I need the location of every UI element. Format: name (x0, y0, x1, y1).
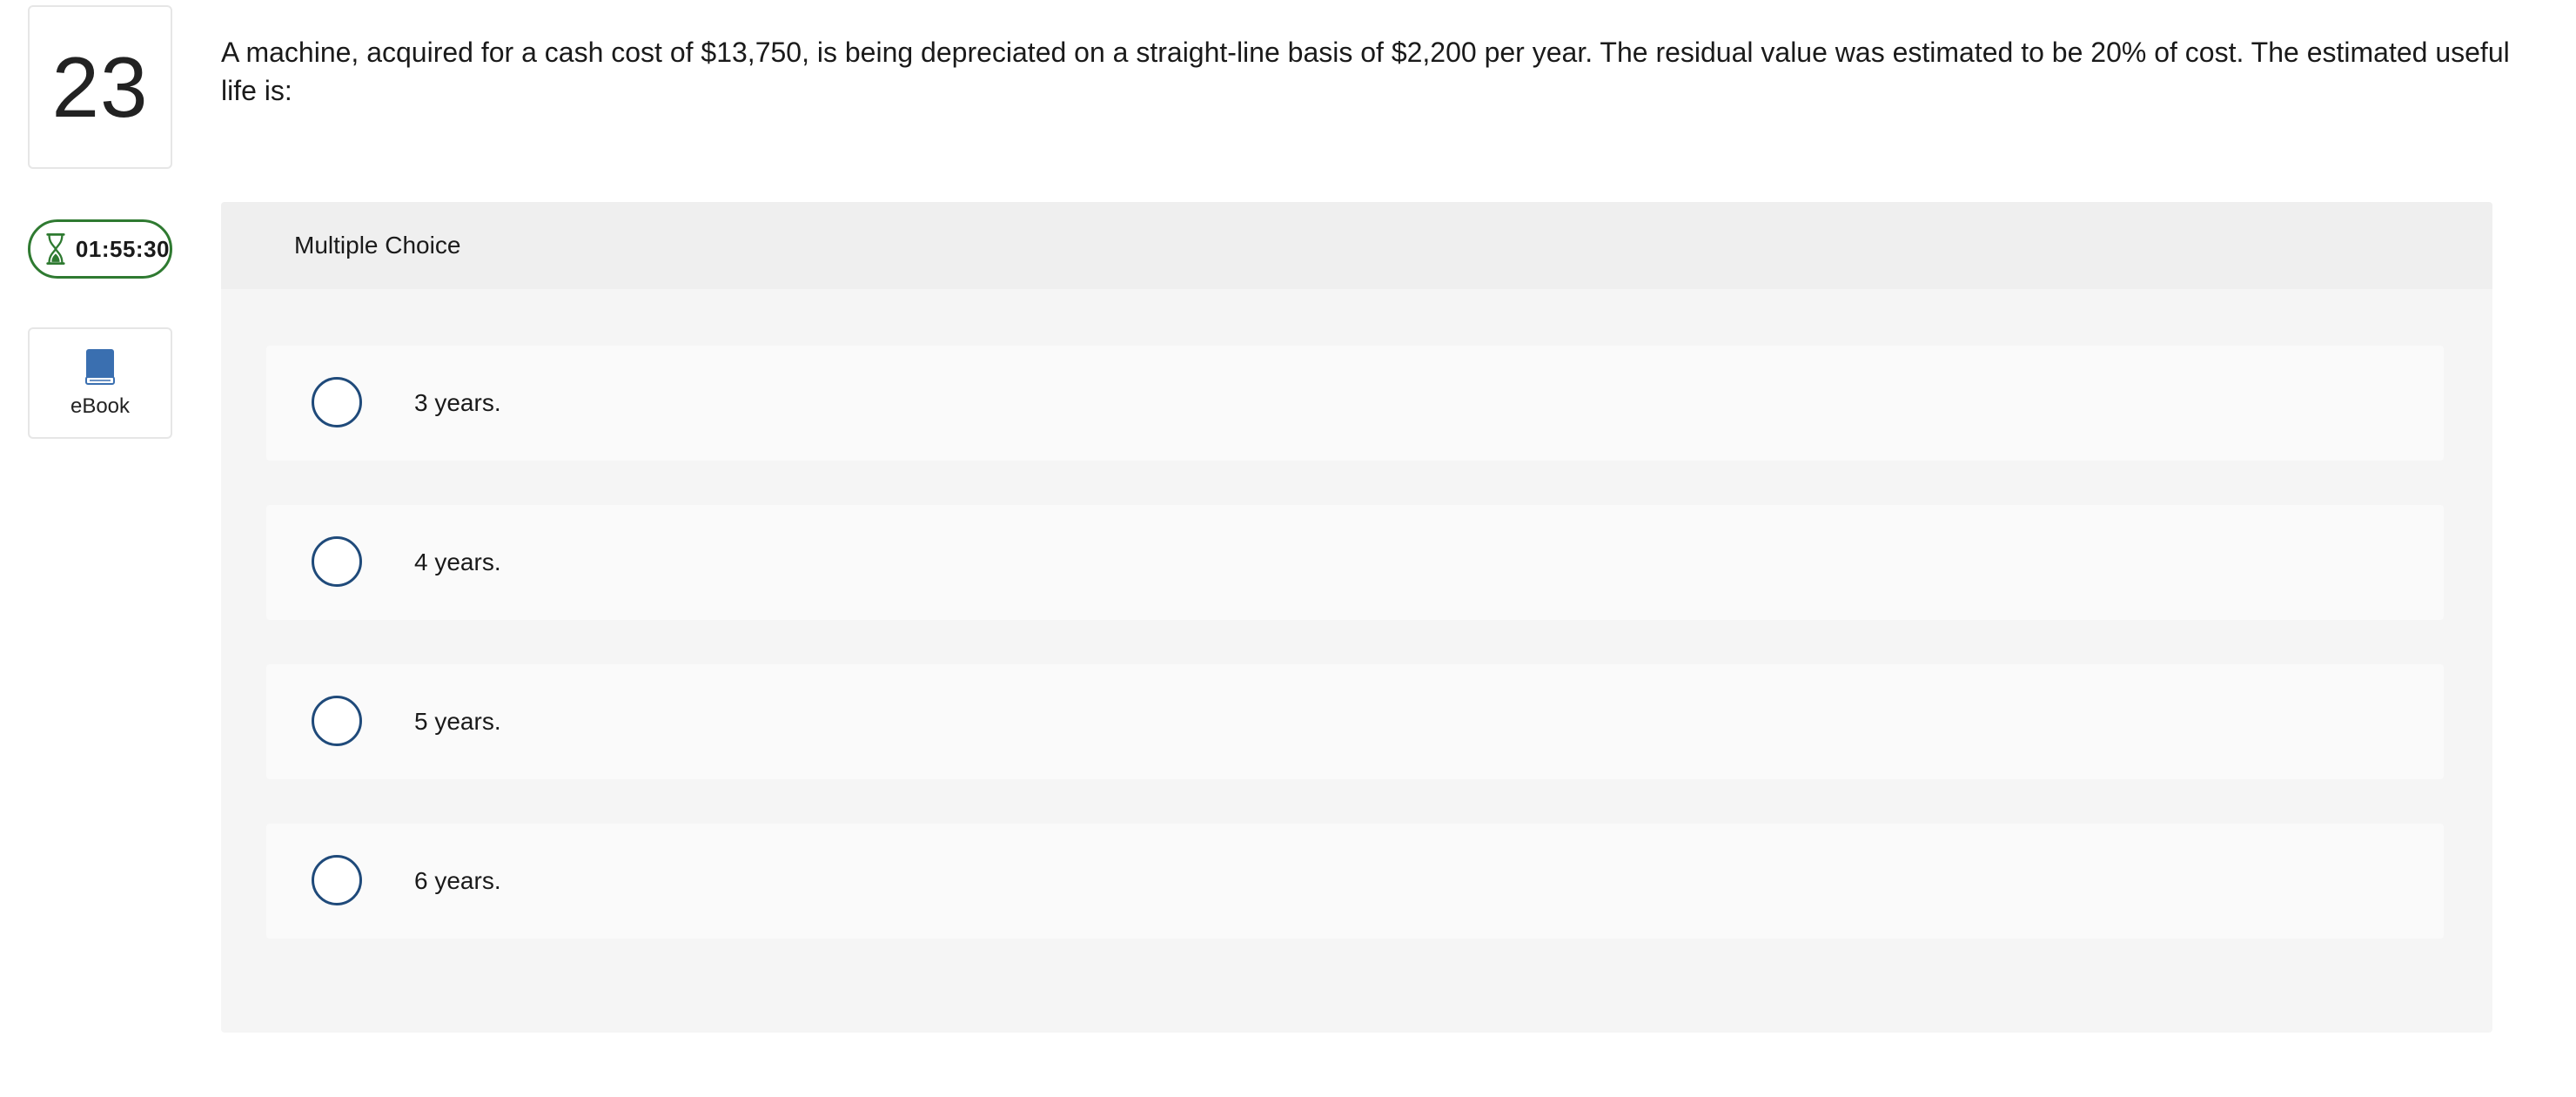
ebook-button[interactable]: eBook (28, 327, 172, 439)
choice-option-4[interactable]: 6 years. (266, 824, 2444, 939)
choice-label: 5 years. (414, 708, 501, 735)
radio-button[interactable] (312, 696, 362, 746)
multiple-choice-panel: Multiple Choice 3 years. 4 years. 5 year… (221, 202, 2492, 1033)
timer[interactable]: 01:55:30 (28, 219, 172, 279)
radio-button[interactable] (312, 377, 362, 427)
choice-label: 4 years. (414, 548, 501, 575)
choice-label: 6 years. (414, 867, 501, 894)
choice-option-3[interactable]: 5 years. (266, 664, 2444, 779)
timer-value: 01:55:30 (75, 235, 170, 262)
panel-header: Multiple Choice (221, 202, 2492, 289)
choice-label: 3 years. (414, 389, 501, 416)
ebook-label: eBook (70, 394, 131, 418)
radio-button[interactable] (312, 855, 362, 905)
choice-option-1[interactable]: 3 years. (266, 346, 2444, 461)
question-number: 23 (28, 5, 172, 169)
radio-button[interactable] (312, 536, 362, 587)
book-icon (85, 349, 115, 385)
choice-option-2[interactable]: 4 years. (266, 505, 2444, 620)
question-text: A machine, acquired for a cash cost of $… (221, 37, 2510, 106)
hourglass-icon (46, 232, 65, 266)
